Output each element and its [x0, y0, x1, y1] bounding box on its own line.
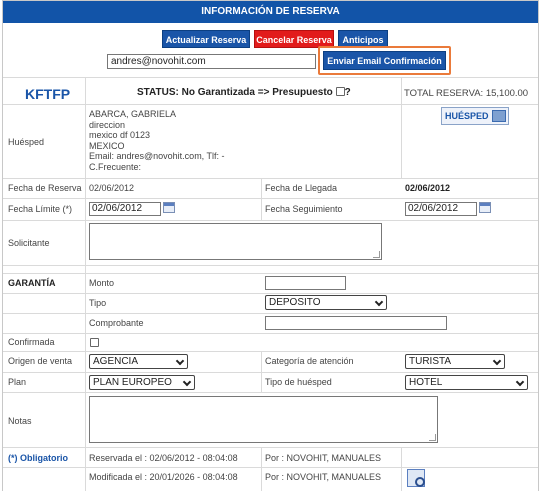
guest-card-icon	[492, 110, 506, 122]
guest-line: MEXICO	[89, 140, 125, 151]
confirmed-label: Confirmada	[8, 337, 55, 347]
notes-textarea[interactable]	[89, 396, 438, 443]
modified-at: Modificada el : 20/01/2026 - 08:04:08	[89, 472, 238, 482]
attention-category-select[interactable]: TURISTA	[405, 354, 505, 369]
followup-date-input[interactable]: 02/06/2012	[405, 202, 477, 216]
plan-label: Plan	[8, 377, 27, 387]
guest-line: ABARCA, GABRIELA	[89, 109, 177, 119]
limit-date-input[interactable]: 02/06/2012	[89, 202, 161, 216]
reserved-by: Por : NOVOHIT, MANUALES	[265, 453, 382, 463]
guest-line: mexico df 0123	[89, 130, 151, 140]
amount-label: Monto	[89, 278, 115, 288]
email-field[interactable]: andres@novohit.com	[107, 54, 316, 69]
sale-origin-value: AGENCIA	[93, 356, 139, 367]
attention-category-label: Categoría de atención	[265, 356, 354, 366]
guest-line: Email: andres@novohit.com, Tlf: -	[89, 151, 225, 161]
history-search-icon[interactable]	[407, 469, 425, 487]
followup-date-label: Fecha Seguimiento	[265, 204, 343, 214]
guarantee-type-value: DEPOSITO	[269, 297, 321, 308]
update-reservation-button[interactable]: Actualizar Reserva	[162, 30, 250, 48]
guarantee-type-select[interactable]: DEPOSITO	[265, 295, 387, 310]
chevron-down-icon	[374, 297, 384, 307]
guarantee-label: GARANTÍA	[8, 278, 56, 288]
type-label: Tipo	[89, 298, 107, 308]
calendar-icon[interactable]	[163, 202, 175, 213]
guest-type-value: HOTEL	[409, 377, 443, 388]
confirmed-checkbox[interactable]	[90, 338, 99, 347]
reservation-total: TOTAL RESERVA: 15,100.00	[404, 88, 529, 99]
chevron-down-icon	[182, 377, 192, 387]
amount-input[interactable]	[265, 276, 346, 290]
guest-details: ABARCA, GABRIELA direccion mexico df 012…	[89, 109, 225, 172]
reservation-code: KFTFP	[25, 86, 71, 102]
attention-category-value: TURISTA	[409, 356, 452, 367]
voucher-label: Comprobante	[89, 318, 144, 328]
booking-date-label: Fecha de Reserva	[8, 183, 82, 193]
chevron-down-icon	[515, 377, 525, 387]
limit-date-label: Fecha Límite (*)	[8, 204, 73, 214]
sale-origin-label: Origen de venta	[8, 356, 73, 366]
required-note: (*) Obligatorio	[8, 453, 68, 463]
guest-type-select[interactable]: HOTEL	[405, 375, 528, 390]
plan-select[interactable]: PLAN EUROPEO	[89, 375, 195, 390]
reservation-panel: INFORMACIÓN DE RESERVA Actualizar Reserv…	[2, 0, 539, 491]
notes-label: Notas	[8, 416, 32, 426]
send-email-confirmation-button[interactable]: Enviar Email Confirmación	[323, 51, 446, 70]
guest-card-button[interactable]: HUÉSPED	[441, 107, 509, 125]
panel-header: INFORMACIÓN DE RESERVA	[3, 1, 538, 23]
status-help[interactable]: ?	[345, 87, 351, 98]
chevron-down-icon	[175, 356, 185, 366]
plan-value: PLAN EUROPEO	[93, 377, 172, 388]
arrival-date-value: 02/06/2012	[405, 183, 451, 193]
guest-line: direccion	[89, 119, 126, 130]
send-email-highlight: Enviar Email Confirmación	[318, 46, 451, 75]
arrival-date-label: Fecha de Llegada	[265, 183, 338, 193]
guest-badge-label: HUÉSPED	[445, 111, 489, 121]
sale-origin-select[interactable]: AGENCIA	[89, 354, 188, 369]
guest-label: Huésped	[8, 137, 45, 147]
action-toolbar: Actualizar Reserva Cancelar Reserva Anti…	[3, 30, 538, 48]
voucher-input[interactable]	[265, 316, 447, 330]
booking-date-value: 02/06/2012	[89, 183, 135, 193]
requester-textarea[interactable]	[89, 223, 382, 260]
requester-label: Solicitante	[8, 238, 50, 248]
modified-by: Por : NOVOHIT, MANUALES	[265, 472, 382, 482]
reservation-status: STATUS: No Garantizada => Presupuesto ?	[137, 87, 351, 98]
guest-type-label: Tipo de huésped	[265, 377, 332, 387]
guest-line: C.Frecuente:	[89, 161, 142, 172]
chevron-down-icon	[492, 356, 502, 366]
reserved-at: Reservada el : 02/06/2012 - 08:04:08	[89, 453, 238, 463]
status-text: STATUS: No Garantizada => Presupuesto	[137, 87, 333, 98]
calendar-icon[interactable]	[479, 202, 491, 213]
status-checkbox[interactable]	[335, 87, 345, 96]
